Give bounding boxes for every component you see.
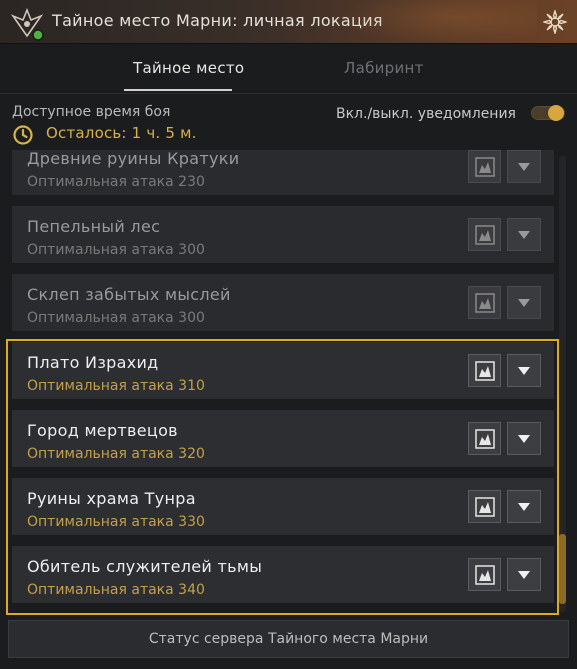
location-card-icon — [474, 428, 495, 449]
server-status-label: Статус сервера Тайного места Марни — [148, 631, 429, 647]
location-attack: Оптимальная атака 320 — [27, 446, 205, 462]
notifications-toggle[interactable] — [531, 105, 565, 121]
location-info-button[interactable] — [468, 286, 501, 319]
settings-button[interactable] — [541, 8, 569, 36]
chevron-down-icon — [518, 434, 530, 443]
location-info-button[interactable] — [468, 490, 501, 523]
chevron-down-icon — [518, 230, 530, 239]
expand-button[interactable] — [507, 354, 541, 387]
location-info-button[interactable] — [468, 150, 501, 183]
location-info-button[interactable] — [468, 558, 501, 591]
location-attack: Оптимальная атака 300 — [27, 242, 205, 258]
expand-button[interactable] — [507, 286, 541, 319]
location-attack: Оптимальная атака 300 — [27, 310, 205, 326]
chevron-down-icon — [518, 366, 530, 375]
marni-emblem-icon — [10, 7, 44, 41]
expand-button[interactable] — [507, 558, 541, 591]
location-attack: Оптимальная атака 330 — [27, 514, 205, 530]
location-row[interactable]: Город мертвецов Оптимальная атака 320 — [12, 410, 554, 468]
notifications-label: Вкл./выкл. уведомления — [336, 106, 516, 122]
toggle-knob — [548, 105, 564, 121]
tabs-divider — [0, 93, 577, 94]
location-row[interactable]: Плато Израхид Оптимальная атака 310 — [12, 342, 554, 400]
location-attack: Оптимальная атака 310 — [27, 378, 205, 394]
expand-button[interactable] — [507, 218, 541, 251]
scrollbar-thumb[interactable] — [559, 534, 566, 604]
chevron-down-icon — [518, 570, 530, 579]
server-status-button[interactable]: Статус сервера Тайного места Марни — [8, 620, 569, 658]
tab-labyrinth[interactable]: Лабиринт — [344, 59, 424, 77]
clock-icon — [13, 125, 33, 145]
location-card-icon — [474, 564, 495, 585]
location-card-icon — [474, 224, 495, 245]
location-card-icon — [474, 496, 495, 517]
gear-flower-icon — [543, 10, 567, 34]
location-row[interactable]: Пепельный лес Оптимальная атака 300 — [12, 206, 554, 264]
location-row[interactable]: Руины храма Тунра Оптимальная атака 330 — [12, 478, 554, 536]
location-name: Плато Израхид — [27, 353, 159, 372]
location-info-button[interactable] — [468, 422, 501, 455]
remaining-time: Осталось: 1 ч. 5 м. — [46, 124, 197, 142]
location-info-button[interactable] — [468, 218, 501, 251]
expand-button[interactable] — [507, 422, 541, 455]
active-tab-indicator — [124, 89, 232, 91]
chevron-down-icon — [518, 162, 530, 171]
location-name: Древние руины Кратуки — [27, 150, 240, 168]
title-bar: Тайное место Марни: личная локация — [0, 0, 577, 44]
location-name: Город мертвецов — [27, 421, 178, 440]
chevron-down-icon — [518, 298, 530, 307]
location-name: Обитель служителей тьмы — [27, 557, 263, 576]
expand-button[interactable] — [507, 150, 541, 183]
location-row[interactable]: Древние руины Кратуки Оптимальная атака … — [12, 150, 554, 196]
location-attack: Оптимальная атака 340 — [27, 582, 205, 598]
location-card-icon — [474, 360, 495, 381]
window-title: Тайное место Марни: личная локация — [52, 11, 383, 30]
location-list: Древние руины Кратуки Оптимальная атака … — [0, 150, 577, 620]
location-row[interactable]: Обитель служителей тьмы Оптимальная атак… — [12, 546, 554, 604]
location-card-icon — [474, 156, 495, 177]
tab-secret-place[interactable]: Тайное место — [133, 59, 244, 77]
location-name: Склеп забытых мыслей — [27, 285, 231, 304]
location-card-icon — [474, 292, 495, 313]
location-name: Пепельный лес — [27, 217, 161, 236]
chevron-down-icon — [518, 502, 530, 511]
location-row[interactable]: Склеп забытых мыслей Оптимальная атака 3… — [12, 274, 554, 332]
expand-button[interactable] — [507, 490, 541, 523]
location-info-button[interactable] — [468, 354, 501, 387]
tab-bar: Тайное место Лабиринт — [0, 45, 577, 93]
location-name: Руины храма Тунра — [27, 489, 196, 508]
location-attack: Оптимальная атака 230 — [27, 174, 205, 190]
battle-time-label: Доступное время боя — [12, 104, 171, 120]
